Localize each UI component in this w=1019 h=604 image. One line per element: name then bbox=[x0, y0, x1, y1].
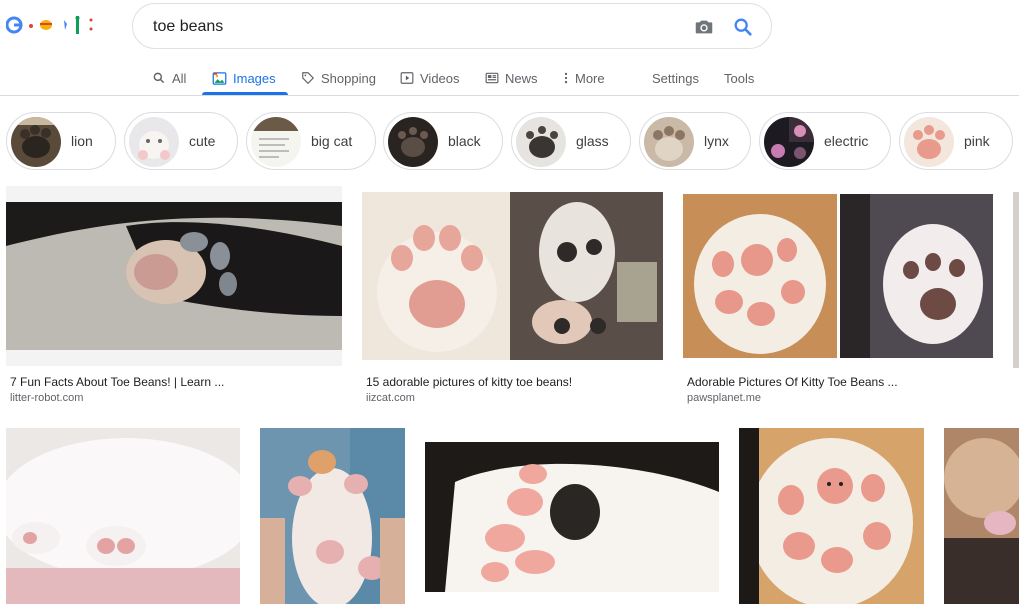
image-result[interactable] bbox=[739, 428, 924, 604]
chip-pink[interactable]: pink bbox=[899, 112, 1013, 170]
tab-label: All bbox=[172, 70, 187, 86]
search-icon bbox=[153, 72, 165, 84]
image-result[interactable] bbox=[683, 194, 993, 358]
result-image bbox=[6, 428, 240, 604]
chip-thumbnail bbox=[764, 117, 814, 167]
chip-lynx[interactable]: lynx bbox=[639, 112, 751, 170]
tools-link[interactable]: Tools bbox=[724, 60, 754, 96]
image-icon bbox=[212, 71, 227, 85]
image-result[interactable] bbox=[6, 428, 240, 604]
image-result[interactable] bbox=[944, 428, 1019, 604]
image-result-partial[interactable] bbox=[1013, 192, 1019, 368]
play-icon bbox=[400, 72, 414, 84]
google-doodle-logo[interactable] bbox=[6, 14, 96, 36]
tab-news[interactable]: News bbox=[485, 60, 538, 96]
settings-link[interactable]: Settings bbox=[652, 60, 699, 96]
search-icon[interactable] bbox=[732, 16, 754, 38]
chip-thumbnail bbox=[388, 117, 438, 167]
chip-electric[interactable]: electric bbox=[759, 112, 891, 170]
chip-thumbnail bbox=[251, 117, 301, 167]
news-icon bbox=[485, 72, 499, 84]
result-source[interactable]: iizcat.com bbox=[366, 392, 415, 404]
chip-thumbnail bbox=[904, 117, 954, 167]
chip-thumbnail bbox=[516, 117, 566, 167]
chip-thumbnail bbox=[129, 117, 179, 167]
chip-label: lynx bbox=[704, 133, 729, 149]
chip-glass[interactable]: glass bbox=[511, 112, 631, 170]
tab-label: News bbox=[505, 70, 538, 86]
result-image bbox=[944, 428, 1019, 604]
result-image bbox=[260, 428, 405, 604]
tab-more[interactable]: More bbox=[563, 60, 605, 96]
image-result[interactable] bbox=[6, 186, 342, 366]
chip-thumbnail bbox=[644, 117, 694, 167]
result-source[interactable]: litter-robot.com bbox=[10, 392, 83, 404]
camera-icon[interactable] bbox=[693, 16, 715, 38]
tab-label: Shopping bbox=[321, 70, 376, 86]
tab-videos[interactable]: Videos bbox=[400, 60, 460, 96]
search-box[interactable] bbox=[132, 3, 772, 49]
tab-label: More bbox=[575, 70, 605, 86]
image-result[interactable] bbox=[362, 192, 663, 360]
chip-label: glass bbox=[576, 133, 609, 149]
result-image bbox=[683, 194, 993, 358]
tab-all[interactable]: All bbox=[152, 60, 186, 96]
search-input[interactable] bbox=[153, 15, 673, 39]
chip-cute[interactable]: cute bbox=[124, 112, 238, 170]
chip-label: lion bbox=[71, 133, 93, 149]
chip-label: cute bbox=[189, 133, 216, 149]
tab-label: Settings bbox=[652, 70, 699, 86]
chip-label: electric bbox=[824, 133, 869, 149]
image-result[interactable] bbox=[260, 428, 405, 604]
result-caption[interactable]: 15 adorable pictures of kitty toe beans! bbox=[366, 375, 666, 389]
chip-label: black bbox=[448, 133, 481, 149]
result-image bbox=[425, 442, 719, 592]
tab-label: Tools bbox=[724, 70, 755, 86]
tab-label: Videos bbox=[420, 70, 460, 86]
result-image bbox=[6, 202, 342, 350]
chip-label: big cat bbox=[311, 133, 353, 149]
header-divider bbox=[0, 95, 1019, 96]
search-tabs: All Images Shopping Videos News More Set… bbox=[0, 60, 1019, 96]
tab-shopping[interactable]: Shopping bbox=[301, 60, 376, 96]
chip-thumbnail bbox=[11, 117, 61, 167]
chip-black[interactable]: black bbox=[383, 112, 503, 170]
more-vert-icon bbox=[564, 72, 568, 84]
chip-label: pink bbox=[964, 133, 990, 149]
tag-icon bbox=[302, 72, 315, 85]
chip-lion[interactable]: lion bbox=[6, 112, 116, 170]
result-image bbox=[362, 192, 663, 360]
chip-big-cat[interactable]: big cat bbox=[246, 112, 376, 170]
result-image bbox=[739, 428, 924, 604]
tab-images[interactable]: Images bbox=[212, 60, 276, 96]
result-caption[interactable]: Adorable Pictures Of Kitty Toe Beans ... bbox=[687, 375, 993, 389]
result-source[interactable]: pawsplanet.me bbox=[687, 392, 761, 404]
tab-label: Images bbox=[233, 70, 276, 86]
result-caption[interactable]: 7 Fun Facts About Toe Beans! | Learn ... bbox=[10, 375, 340, 389]
image-result[interactable] bbox=[425, 442, 719, 592]
